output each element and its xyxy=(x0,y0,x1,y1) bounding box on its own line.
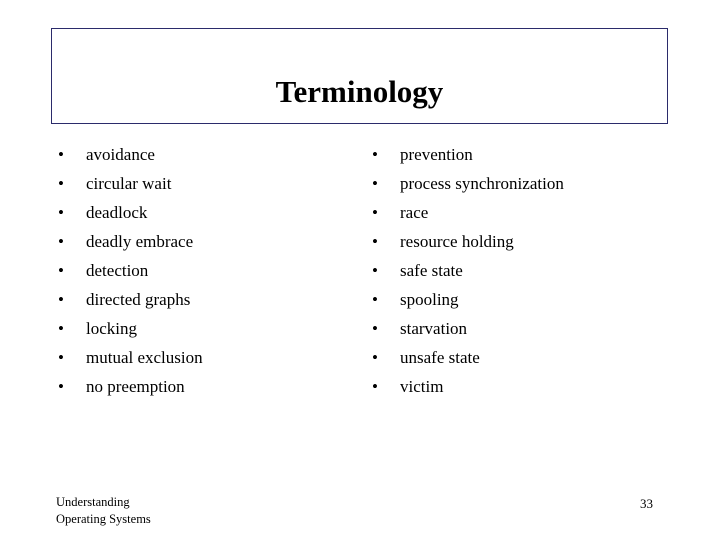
footer-line-2: Operating Systems xyxy=(56,512,151,526)
list-item: • no preemption xyxy=(52,372,352,401)
bullet-icon: • xyxy=(372,377,378,396)
terminology-column-left: • avoidance • circular wait • deadlock •… xyxy=(52,140,352,401)
list-item: • circular wait xyxy=(52,169,352,198)
bullet-icon: • xyxy=(372,203,378,222)
list-item-label: process synchronization xyxy=(400,174,564,193)
list-item-label: spooling xyxy=(400,290,459,309)
terminology-list-right: • prevention • process synchronization •… xyxy=(366,140,686,401)
list-item: • spooling xyxy=(366,285,686,314)
bullet-icon: • xyxy=(58,232,64,251)
list-item-label: race xyxy=(400,203,429,222)
list-item: • race xyxy=(366,198,686,227)
list-item: • victim xyxy=(366,372,686,401)
list-item-label: avoidance xyxy=(86,145,155,164)
list-item: • prevention xyxy=(366,140,686,169)
bullet-icon: • xyxy=(58,203,64,222)
list-item-label: detection xyxy=(86,261,149,280)
bullet-icon: • xyxy=(372,232,378,251)
list-item-label: no preemption xyxy=(86,377,185,396)
bullet-icon: • xyxy=(372,145,378,164)
list-item-label: deadly embrace xyxy=(86,232,194,251)
bullet-icon: • xyxy=(58,348,64,367)
footer-line-1: Understanding xyxy=(56,495,130,509)
terminology-list-left: • avoidance • circular wait • deadlock •… xyxy=(52,140,352,401)
list-item-label: resource holding xyxy=(400,232,514,251)
list-item-label: directed graphs xyxy=(86,290,191,309)
list-item-label: starvation xyxy=(400,319,468,338)
bullet-icon: • xyxy=(372,290,378,309)
terminology-column-right: • prevention • process synchronization •… xyxy=(366,140,686,401)
list-item: • deadly embrace xyxy=(52,227,352,256)
list-item-label: deadlock xyxy=(86,203,148,222)
title-box: Terminology xyxy=(51,28,668,124)
list-item: • safe state xyxy=(366,256,686,285)
bullet-icon: • xyxy=(372,261,378,280)
page-number: 33 xyxy=(640,496,653,511)
bullet-icon: • xyxy=(58,174,64,193)
slide: Terminology • avoidance • circular wait … xyxy=(0,0,720,540)
list-item: • locking xyxy=(52,314,352,343)
list-item-label: circular wait xyxy=(86,174,172,193)
footer-book-title: Understanding Operating Systems xyxy=(56,494,151,528)
list-item-label: mutual exclusion xyxy=(86,348,203,367)
list-item: • deadlock xyxy=(52,198,352,227)
list-item: • avoidance xyxy=(52,140,352,169)
list-item: • starvation xyxy=(366,314,686,343)
list-item-label: prevention xyxy=(400,145,473,164)
bullet-icon: • xyxy=(372,319,378,338)
bullet-icon: • xyxy=(372,174,378,193)
bullet-icon: • xyxy=(372,348,378,367)
bullet-icon: • xyxy=(58,377,64,396)
list-item-label: locking xyxy=(86,319,137,338)
list-item: • process synchronization xyxy=(366,169,686,198)
page-title: Terminology xyxy=(275,74,444,109)
bullet-icon: • xyxy=(58,290,64,309)
list-item-label: victim xyxy=(400,377,444,396)
list-item: • mutual exclusion xyxy=(52,343,352,372)
bullet-icon: • xyxy=(58,319,64,338)
list-item: • detection xyxy=(52,256,352,285)
list-item: • resource holding xyxy=(366,227,686,256)
bullet-icon: • xyxy=(58,145,64,164)
list-item-label: unsafe state xyxy=(400,348,480,367)
bullet-icon: • xyxy=(58,261,64,280)
list-item-label: safe state xyxy=(400,261,463,280)
list-item: • directed graphs xyxy=(52,285,352,314)
list-item: • unsafe state xyxy=(366,343,686,372)
